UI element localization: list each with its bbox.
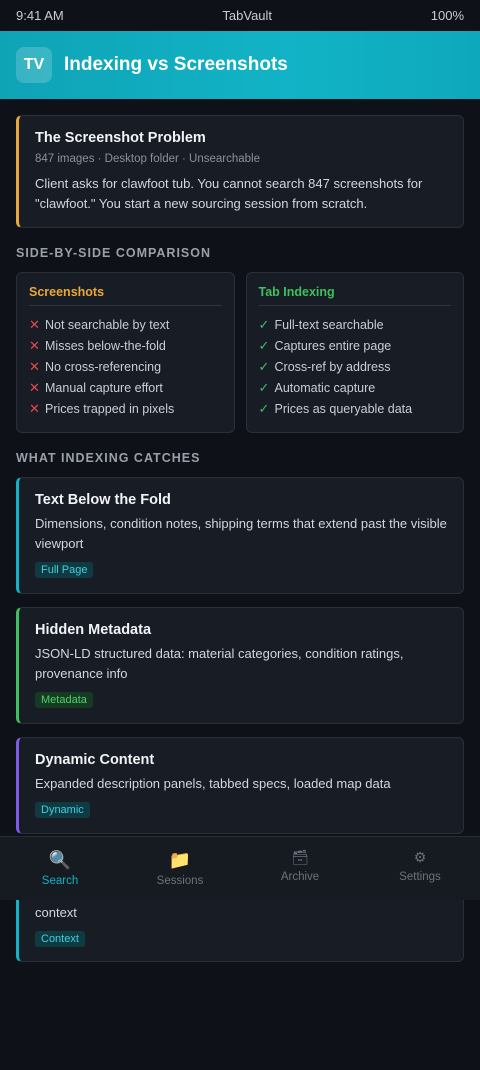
feature-card-dynamic[interactable]: Dynamic Content Expanded description pan… xyxy=(16,737,464,834)
list-item: ✕ Manual capture effort xyxy=(29,377,222,398)
tab-indexing-column: Tab Indexing ✓ Full-text searchable ✓ Capt… xyxy=(245,272,464,433)
status-bar: 9:41 AM TabVault 100% xyxy=(0,0,480,31)
nav-item-search[interactable]: 🔍 Search xyxy=(0,837,120,900)
catches-section-label: WHAT INDEXING CATCHES xyxy=(16,451,201,465)
feature-tag: Metadata xyxy=(35,692,93,708)
nav-item-settings[interactable]: ⚙ Settings xyxy=(360,837,480,900)
cross-icon: ✕ xyxy=(29,379,40,395)
nav-label: Settings xyxy=(399,871,441,883)
list-item: ✓ Captures entire page xyxy=(259,335,452,356)
cross-icon: ✕ xyxy=(29,358,40,374)
comparison-grid: Screenshots ✕ Not searchable by text ✕ Mis… xyxy=(16,272,464,433)
feature-tag: Dynamic xyxy=(35,802,90,818)
compare-item-label: Automatic capture xyxy=(274,380,376,395)
compare-item-label: Not searchable by text xyxy=(45,317,170,332)
check-icon: ✓ xyxy=(258,400,270,416)
list-item: ✓ Cross-ref by address xyxy=(259,356,452,377)
list-item: ✓ Full-text searchable xyxy=(259,314,452,335)
tab-indexing-column-title: Tab Indexing xyxy=(258,285,451,306)
status-app-name: TabVault xyxy=(222,8,273,23)
problem-title: The Screenshot Problem xyxy=(35,130,206,146)
app-header: TV Indexing vs Screenshots xyxy=(0,31,480,99)
problem-description: Client asks for clawfoot tub. You cannot… xyxy=(35,176,423,211)
nav-label: Archive xyxy=(280,871,320,883)
status-time: 9:41 AM xyxy=(16,8,64,23)
cross-icon: ✕ xyxy=(29,400,40,416)
feature-card-description: JSON-LD structured data: material catego… xyxy=(35,646,404,681)
status-battery: 100% xyxy=(430,8,464,23)
check-icon: ✓ xyxy=(258,358,270,374)
compare-item-label: Cross-ref by address xyxy=(274,359,391,374)
nav-label: Search xyxy=(41,875,79,887)
cross-icon: ✕ xyxy=(29,316,40,332)
magnifier-icon: 🔍 xyxy=(48,850,72,870)
feature-card-full-page[interactable]: Text Below the Fold Dimensions, conditio… xyxy=(16,477,464,594)
feature-card-title: Text Below the Fold xyxy=(35,492,171,508)
folder-icon: 📁 xyxy=(168,850,192,870)
compare-item-label: Prices as queryable data xyxy=(274,401,413,416)
archive-box-icon: 🗃 xyxy=(291,849,309,865)
comparison-section-label: SIDE-BY-SIDE COMPARISON xyxy=(16,246,212,260)
nav-item-archive[interactable]: 🗃 Archive xyxy=(240,837,360,900)
feature-card-description: context xyxy=(35,905,77,920)
main-content: The Screenshot Problem 847 images · Desk… xyxy=(0,99,480,834)
feature-card-title: Hidden Metadata xyxy=(35,622,152,638)
check-icon: ✓ xyxy=(258,337,270,353)
list-item: ✕ Not searchable by text xyxy=(29,314,222,335)
feature-card-metadata[interactable]: Hidden Metadata JSON-LD structured data:… xyxy=(16,607,464,724)
list-item: ✕ Misses below-the-fold xyxy=(29,335,222,356)
compare-item-label: Manual capture effort xyxy=(45,380,163,395)
check-icon: ✓ xyxy=(258,379,270,395)
app-logo-icon: TV xyxy=(16,47,52,83)
feature-tag: Full Page xyxy=(35,562,94,578)
feature-card-description: Expanded description panels, tabbed spec… xyxy=(35,776,391,791)
feature-card-title: Dynamic Content xyxy=(35,752,155,768)
problem-card: The Screenshot Problem 847 images · Desk… xyxy=(16,115,464,228)
screenshots-column: Screenshots ✕ Not searchable by text ✕ Mis… xyxy=(16,272,235,433)
list-item: ✕ Prices trapped in pixels xyxy=(29,398,222,419)
problem-meta: 847 images · Desktop folder · Unsearchab… xyxy=(35,153,261,165)
gear-icon: ⚙ xyxy=(413,849,427,865)
compare-item-label: Captures entire page xyxy=(274,338,392,353)
list-item: ✓ Automatic capture xyxy=(259,377,452,398)
feature-tag: Context xyxy=(35,931,85,947)
compare-item-label: Full-text searchable xyxy=(274,317,384,332)
list-item: ✓ Prices as queryable data xyxy=(259,398,452,419)
nav-label: Sessions xyxy=(156,875,204,887)
compare-item-label: Prices trapped in pixels xyxy=(45,401,175,416)
compare-item-label: No cross-referencing xyxy=(45,359,162,374)
bottom-nav: 🔍 Search 📁 Sessions 🗃 Archive ⚙ Settings xyxy=(0,836,480,900)
list-item: ✕ No cross-referencing xyxy=(29,356,222,377)
compare-item-label: Misses below-the-fold xyxy=(45,338,166,353)
cross-icon: ✕ xyxy=(29,337,40,353)
check-icon: ✓ xyxy=(258,316,270,332)
nav-item-sessions[interactable]: 📁 Sessions xyxy=(120,837,240,900)
feature-card-description: Dimensions, condition notes, shipping te… xyxy=(35,516,447,551)
screenshots-column-title: Screenshots xyxy=(29,285,222,306)
page-title: Indexing vs Screenshots xyxy=(64,54,288,75)
